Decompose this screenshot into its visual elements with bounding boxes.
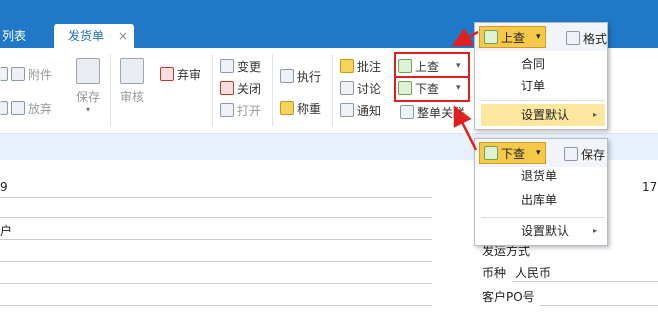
field-value-number: 9 xyxy=(0,180,8,194)
separator xyxy=(272,54,273,126)
currency-label: 币种 xyxy=(482,266,507,280)
notify-button[interactable]: 通知 xyxy=(340,100,381,120)
field-underline xyxy=(0,217,432,218)
pencil-icon xyxy=(0,67,8,81)
change-label: 变更 xyxy=(237,59,262,74)
scale-icon xyxy=(280,101,294,115)
discard-button[interactable]: 放弃 xyxy=(0,98,52,118)
menu-item-order[interactable]: 订单 xyxy=(481,75,605,97)
field-underline xyxy=(512,281,658,282)
discard-label: 放弃 xyxy=(28,101,53,116)
query-up-menu-label: 上查 xyxy=(501,30,526,45)
attach-button[interactable]: 附件 xyxy=(0,64,52,84)
arrow-up-icon xyxy=(484,30,498,44)
floppy-disk-icon xyxy=(76,58,100,84)
close-doc-icon xyxy=(220,81,234,95)
execute-button[interactable]: 执行 xyxy=(280,66,321,86)
menu-item-set-default[interactable]: 设置默认 ▸ xyxy=(481,220,605,242)
save-button[interactable]: 保存 ▾ xyxy=(76,58,100,114)
annotate-label: 批注 xyxy=(357,59,382,74)
query-up-menu-button[interactable]: 上查 ▾ xyxy=(479,26,546,48)
menu-item-set-default[interactable]: 设置默认 ▸ xyxy=(481,104,605,126)
menu-item-contract[interactable]: 合同 xyxy=(481,53,605,75)
review-label: 审核 xyxy=(120,90,145,104)
edit-icon xyxy=(220,59,234,73)
execute-label: 执行 xyxy=(297,69,322,84)
whole-link-button[interactable]: 整单关联 xyxy=(400,102,465,122)
execute-icon xyxy=(280,69,294,83)
weigh-button[interactable]: 称重 xyxy=(280,98,321,118)
close-icon[interactable]: × xyxy=(118,24,128,48)
discard-icon xyxy=(11,101,25,115)
open-button[interactable]: 打开 xyxy=(220,100,261,120)
delete-icon xyxy=(0,101,8,115)
field-underline xyxy=(0,239,432,240)
paperclip-icon xyxy=(11,67,25,81)
field-underline xyxy=(0,283,432,284)
save-label: 保存 xyxy=(76,90,101,104)
format-icon xyxy=(566,31,580,45)
tab-delivery-note-label: 发货单 xyxy=(68,29,105,43)
save-dropdown-icon: ▾ xyxy=(86,105,91,114)
whole-link-label: 整单关联 xyxy=(417,105,466,120)
query-down-menu-label: 下查 xyxy=(501,146,526,161)
open-label: 打开 xyxy=(237,103,262,118)
field-underline xyxy=(0,197,432,198)
menu-item-outbound-note[interactable]: 出库单 xyxy=(481,189,605,211)
query-down-menu-button[interactable]: 下查 ▾ xyxy=(479,142,546,164)
menu-item-return-note[interactable]: 退货单 xyxy=(481,165,605,187)
menu-divider xyxy=(481,217,605,218)
clipboard-icon xyxy=(120,58,144,84)
abandon-review-button[interactable]: 弃审 xyxy=(160,64,201,84)
currency-value[interactable]: 人民币 xyxy=(515,264,551,281)
chevron-down-icon: ▾ xyxy=(536,32,541,42)
attach-label: 附件 xyxy=(28,67,53,82)
link-icon xyxy=(400,105,414,119)
review-button[interactable]: 审核 xyxy=(120,58,144,105)
notify-icon xyxy=(340,103,354,117)
set-default-label: 设置默认 xyxy=(521,224,570,238)
separator xyxy=(110,54,111,126)
tab-list-label: 列表 xyxy=(2,29,27,43)
query-down-highlight xyxy=(394,76,470,102)
field-underline xyxy=(0,305,432,306)
abandon-review-label: 弃审 xyxy=(177,67,202,82)
customer-po-label: 客户PO号 xyxy=(482,290,535,304)
annotate-button[interactable]: 批注 xyxy=(340,56,381,76)
format-button[interactable]: 格式 xyxy=(566,27,607,49)
field-value-customer: 户 xyxy=(0,224,13,238)
field-underline xyxy=(0,261,432,262)
weigh-label: 称重 xyxy=(297,101,322,116)
set-default-label: 设置默认 xyxy=(521,108,570,122)
tab-list[interactable]: 列表 xyxy=(0,24,50,48)
discuss-icon xyxy=(340,81,354,95)
arrow-down-icon xyxy=(484,146,498,160)
discuss-label: 讨论 xyxy=(357,81,382,96)
notify-label: 通知 xyxy=(357,103,382,118)
save-side-button[interactable]: 保存 xyxy=(564,143,605,165)
annotate-icon xyxy=(340,59,354,73)
abandon-review-icon xyxy=(160,67,174,81)
chevron-right-icon: ▸ xyxy=(592,226,597,235)
query-up-highlight xyxy=(394,52,470,78)
separator xyxy=(212,54,213,126)
change-button[interactable]: 变更 xyxy=(220,56,261,76)
field-value-right: 17 xyxy=(642,180,658,194)
discuss-button[interactable]: 讨论 xyxy=(340,78,381,98)
separator xyxy=(332,54,333,126)
save-icon xyxy=(564,147,578,161)
format-label: 格式 xyxy=(583,31,608,46)
tab-delivery-note[interactable]: 发货单 × xyxy=(54,24,134,48)
menu-divider xyxy=(481,100,605,101)
save-side-label: 保存 xyxy=(581,147,606,162)
close-label: 关闭 xyxy=(237,81,262,96)
close-button[interactable]: 关闭 xyxy=(220,78,261,98)
open-doc-icon xyxy=(220,103,234,117)
field-underline xyxy=(540,305,658,306)
chevron-down-icon: ▾ xyxy=(536,148,541,158)
chevron-right-icon: ▸ xyxy=(592,110,597,119)
